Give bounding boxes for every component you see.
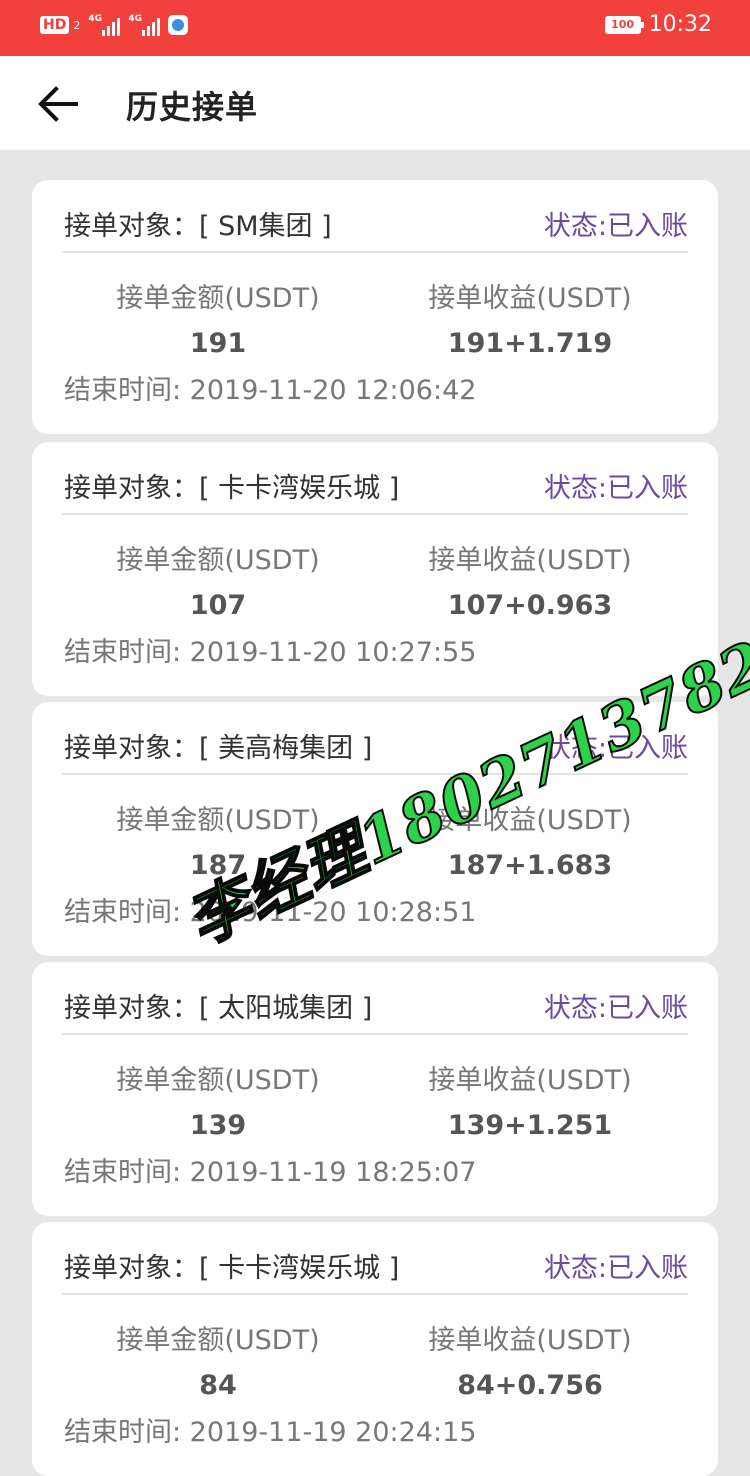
amount-value: 107 xyxy=(189,590,247,621)
divider xyxy=(62,251,688,253)
network-type-label: 4G xyxy=(88,14,102,24)
status-bar: HD 2 4G 4G 100 10:32 xyxy=(0,0,750,56)
page-title: 历史接单 xyxy=(126,88,259,126)
divider xyxy=(62,1033,688,1035)
order-status: 状态:已入账 xyxy=(543,211,688,242)
income-value: 191+1.719 xyxy=(447,328,613,359)
amount-label: 接单金额(USDT) xyxy=(116,283,320,314)
order-object: 接单对象：[ 卡卡湾娱乐城 ] xyxy=(64,1253,400,1284)
signal-icon-2: 4G xyxy=(128,14,161,36)
clock: 10:32 xyxy=(648,12,712,37)
order-status: 状态:已入账 xyxy=(543,993,688,1024)
order-card[interactable]: 接单对象：[ 卡卡湾娱乐城 ] 状态:已入账 接单金额(USDT) 接单收益(U… xyxy=(32,442,718,696)
browser-app-icon xyxy=(168,15,189,35)
divider xyxy=(62,513,688,515)
order-card[interactable]: 接单对象：[ SM集团 ] 状态:已入账 接单金额(USDT) 接单收益(USD… xyxy=(32,180,718,434)
status-bar-left: HD 2 4G 4G xyxy=(40,14,189,36)
order-object: 接单对象：[ 太阳城集团 ] xyxy=(64,993,373,1024)
end-time: 结束时间: 2019-11-19 20:24:15 xyxy=(64,1417,477,1448)
amount-label: 接单金额(USDT) xyxy=(116,1325,320,1356)
income-label: 接单收益(USDT) xyxy=(428,283,632,314)
order-card[interactable]: 接单对象：[ 卡卡湾娱乐城 ] 状态:已入账 接单金额(USDT) 接单收益(U… xyxy=(32,1222,718,1476)
divider xyxy=(62,1293,688,1295)
income-value: 84+0.756 xyxy=(457,1370,603,1401)
signal-icon: 4G xyxy=(88,14,121,36)
end-time: 结束时间: 2019-11-20 10:27:55 xyxy=(64,637,477,668)
income-label: 接单收益(USDT) xyxy=(428,1325,632,1356)
order-object: 接单对象：[ 美高梅集团 ] xyxy=(64,733,373,764)
back-arrow-icon[interactable] xyxy=(36,84,78,124)
page-header: 历史接单 xyxy=(0,56,750,150)
network-type-label-2: 4G xyxy=(128,14,142,24)
order-object: 接单对象：[ SM集团 ] xyxy=(64,211,332,242)
end-time: 结束时间: 2019-11-19 18:25:07 xyxy=(64,1157,477,1188)
income-value: 139+1.251 xyxy=(447,1110,613,1141)
amount-value: 84 xyxy=(199,1370,237,1401)
amount-value: 191 xyxy=(189,328,247,359)
order-card[interactable]: 接单对象：[ 太阳城集团 ] 状态:已入账 接单金额(USDT) 接单收益(US… xyxy=(32,962,718,1216)
battery-icon: 100 xyxy=(604,15,644,34)
amount-value: 139 xyxy=(189,1110,247,1141)
income-label: 接单收益(USDT) xyxy=(428,545,632,576)
hd-sim-label: 2 xyxy=(73,18,81,32)
income-value: 107+0.963 xyxy=(447,590,613,621)
order-object: 接单对象：[ 卡卡湾娱乐城 ] xyxy=(64,473,400,504)
order-status: 状态:已入账 xyxy=(543,1253,688,1284)
order-status: 状态:已入账 xyxy=(543,473,688,504)
amount-label: 接单金额(USDT) xyxy=(116,1065,320,1096)
amount-label: 接单金额(USDT) xyxy=(116,545,320,576)
income-label: 接单收益(USDT) xyxy=(428,1065,632,1096)
status-bar-right: 100 10:32 xyxy=(604,12,712,37)
end-time: 结束时间: 2019-11-20 12:06:42 xyxy=(64,375,477,406)
hd-icon: HD xyxy=(40,16,70,34)
